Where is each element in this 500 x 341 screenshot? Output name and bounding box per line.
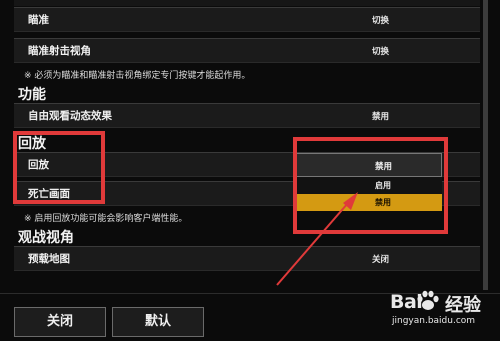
note-replay-performance: ※ 启用回放功能可能会影响客户端性能。 <box>24 214 188 224</box>
section-title-spectate: 观战视角 <box>18 230 74 246</box>
watermark-brand-right: 经验 <box>445 295 481 316</box>
setting-row-preload-map[interactable]: 预载地图 关闭 <box>14 246 480 271</box>
setting-label: 瞄准 <box>28 14 49 26</box>
setting-value[interactable]: 禁用 <box>372 110 389 122</box>
default-button[interactable]: 默认 <box>112 307 204 337</box>
setting-label: 自由观看动态效果 <box>28 110 112 122</box>
setting-value[interactable]: 切换 <box>372 45 389 57</box>
setting-row-aim[interactable]: 瞄准 切换 <box>14 7 480 32</box>
section-title-function: 功能 <box>18 87 46 103</box>
setting-row-aim-shoot-view[interactable]: 瞄准射击视角 切换 <box>14 38 480 63</box>
annotation-box-dropdown <box>293 137 448 234</box>
setting-label: 预载地图 <box>28 253 70 265</box>
setting-value[interactable]: 切换 <box>372 14 389 26</box>
setting-value[interactable]: 关闭 <box>372 253 389 265</box>
scrollbar[interactable] <box>483 0 488 290</box>
annotation-box-replay-section <box>13 131 105 204</box>
note-aim-bind: ※ 必须为瞄准和瞄准射击视角绑定专门按键才能起作用。 <box>24 71 251 81</box>
setting-label: 瞄准射击视角 <box>28 45 91 57</box>
close-button[interactable]: 关闭 <box>14 307 106 337</box>
paw-icon <box>417 290 439 310</box>
top-strip <box>14 0 480 6</box>
setting-row-free-look[interactable]: 自由观看动态效果 禁用 <box>14 103 480 128</box>
watermark-url: jingyan.baidu.com <box>392 316 476 326</box>
